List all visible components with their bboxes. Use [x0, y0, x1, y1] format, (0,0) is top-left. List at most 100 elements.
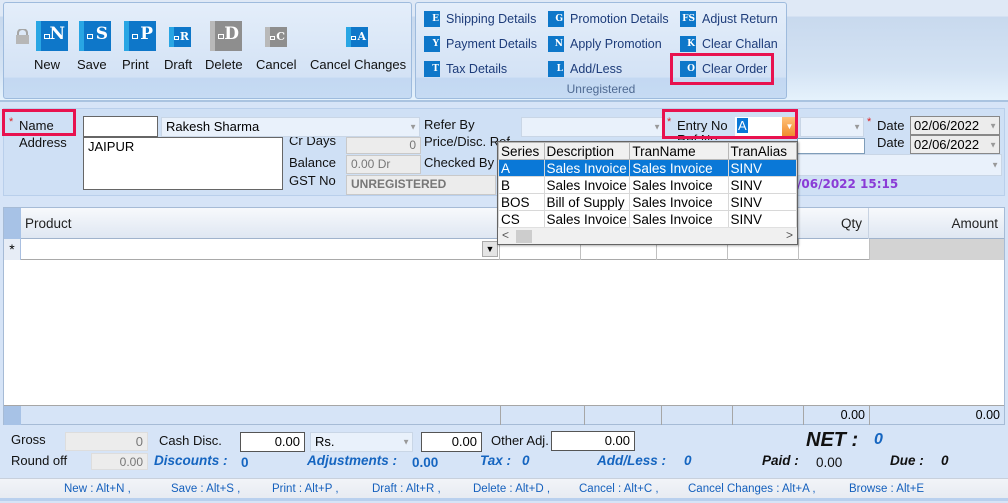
- payment-details-icon: Y: [424, 36, 440, 52]
- series-tranalias: SINV: [727, 210, 797, 228]
- round-off-field: 0.00: [91, 453, 148, 470]
- save-button[interactable]: S Save: [77, 21, 113, 72]
- series-tranalias: SINV: [727, 193, 797, 211]
- adjust-return-button[interactable]: FS Adjust Return: [680, 9, 778, 29]
- save-icon: S: [79, 21, 111, 51]
- print-button[interactable]: P Print: [122, 21, 158, 72]
- scroll-left-icon[interactable]: <: [502, 228, 509, 242]
- series-option[interactable]: CS Sales Invoice Sales Invoice SINV: [498, 210, 797, 228]
- entry-number-combo[interactable]: ▼: [800, 117, 864, 137]
- refer-by-combo[interactable]: ▼: [521, 117, 664, 137]
- scrollbar-thumb[interactable]: [516, 230, 532, 243]
- party-code-input[interactable]: [83, 116, 158, 137]
- series-dropdown[interactable]: Series Description TranName TranAlias A …: [497, 141, 798, 245]
- cash-disc-unit-combo[interactable]: Rs. ▼: [310, 432, 413, 452]
- entry-no-input[interactable]: A: [735, 117, 782, 137]
- column-header-product[interactable]: Product: [21, 208, 501, 239]
- ref-date-picker[interactable]: 02/06/2022 ▼: [910, 135, 1000, 154]
- chevron-down-icon[interactable]: ▼: [402, 438, 410, 447]
- series-tranalias: SINV: [727, 176, 797, 194]
- clear-order-icon: O: [680, 61, 696, 77]
- chevron-down-icon[interactable]: ▼: [991, 161, 999, 170]
- checked-by-combo[interactable]: ▼: [797, 154, 1002, 176]
- date-picker[interactable]: 02/06/2022 ▼: [910, 116, 1000, 135]
- cancel-changes-button[interactable]: A Cancel Changes: [310, 21, 406, 72]
- column-header-qty[interactable]: Qty: [797, 208, 868, 239]
- qty-total: 0.00: [803, 406, 869, 425]
- shortcut-print: Print : Alt+P ,: [272, 483, 339, 495]
- description-column-header[interactable]: Description: [543, 142, 631, 160]
- horizontal-scrollbar[interactable]: < >: [498, 227, 797, 244]
- total-cell: [732, 406, 803, 425]
- shortcut-new: New : Alt+N ,: [64, 483, 131, 495]
- required-marker: *: [9, 116, 14, 128]
- series-column-header[interactable]: Series: [498, 142, 545, 160]
- entry-timestamp: /06/2022 15:15: [797, 177, 899, 191]
- total-cell: [500, 406, 584, 425]
- options-group: E Shipping Details Y Payment Details T T…: [415, 2, 787, 99]
- promotion-details-button[interactable]: G Promotion Details: [548, 9, 669, 29]
- shortcut-browse: Browse : Alt+E: [849, 483, 925, 495]
- discounts-value: 0: [241, 455, 249, 470]
- add-less-button[interactable]: L Add/Less: [548, 59, 622, 79]
- series-option[interactable]: B Sales Invoice Sales Invoice SINV: [498, 176, 797, 194]
- payment-details-label: Payment Details: [446, 37, 538, 51]
- adjust-return-icon: FS: [680, 11, 696, 27]
- tranalias-column-header[interactable]: TranAlias: [727, 142, 797, 160]
- series-code: BOS: [498, 193, 545, 211]
- entry-no-value: A: [737, 118, 748, 133]
- gross-label: Gross: [11, 432, 46, 447]
- draft-button[interactable]: R Draft: [164, 21, 196, 72]
- cancel-button[interactable]: C Cancel: [256, 21, 296, 72]
- party-name-combo[interactable]: Rakesh Sharma ▼: [161, 117, 420, 137]
- series-tranname: Sales Invoice: [629, 210, 729, 228]
- clear-order-button[interactable]: O Clear Order: [680, 59, 767, 79]
- tranname-column-header[interactable]: TranName: [629, 142, 729, 160]
- series-description: Bill of Supply: [543, 193, 631, 211]
- tax-details-button[interactable]: T Tax Details: [424, 59, 507, 79]
- new-button[interactable]: N New: [34, 21, 70, 72]
- apply-promotion-label: Apply Promotion: [570, 37, 662, 51]
- required-marker: *: [667, 116, 672, 128]
- due-label: Due :: [890, 453, 924, 468]
- chevron-down-icon[interactable]: ▼: [853, 123, 861, 132]
- chevron-down-icon[interactable]: ▼: [653, 123, 661, 132]
- main-actions-group: N New S Save P Print R Draft D Delete C …: [3, 2, 412, 99]
- cash-disc-label: Cash Disc.: [159, 433, 222, 448]
- gst-no-label: GST No: [289, 173, 336, 188]
- entry-no-dropdown-button[interactable]: ▼: [782, 117, 797, 137]
- payment-details-button[interactable]: Y Payment Details: [424, 34, 537, 54]
- cash-disc-amount-input[interactable]: 0.00: [421, 432, 482, 452]
- other-adj-input[interactable]: 0.00: [551, 431, 635, 451]
- ref-no-input[interactable]: [797, 138, 865, 154]
- round-off-label: Round off: [11, 453, 68, 468]
- shortcut-cancel-changes: Cancel Changes : Alt+A ,: [688, 483, 816, 495]
- product-cell[interactable]: ▼: [21, 239, 499, 260]
- scroll-right-icon[interactable]: >: [786, 228, 793, 242]
- grid-corner[interactable]: [4, 208, 21, 239]
- apply-promotion-button[interactable]: N Apply Promotion: [548, 34, 662, 54]
- delete-button[interactable]: D Delete: [205, 21, 247, 72]
- chevron-down-icon[interactable]: ▼: [989, 121, 997, 130]
- lock-icon[interactable]: [14, 29, 31, 44]
- ref-date-label: Date: [877, 135, 905, 150]
- series-option[interactable]: BOS Bill of Supply Sales Invoice SINV: [498, 193, 797, 211]
- qty-cell[interactable]: [798, 239, 869, 260]
- product-dropdown-button[interactable]: ▼: [482, 241, 498, 257]
- shortcut-delete: Delete : Alt+D ,: [473, 483, 551, 495]
- shipping-details-button[interactable]: E Shipping Details: [424, 9, 536, 29]
- chevron-down-icon[interactable]: ▼: [409, 123, 417, 132]
- amount-cell: [869, 239, 1004, 260]
- series-option[interactable]: A Sales Invoice Sales Invoice SINV: [498, 159, 797, 177]
- gross-field: 0: [65, 432, 148, 451]
- address-textarea[interactable]: JAIPUR: [83, 137, 283, 190]
- gst-no-field: UNREGISTERED: [346, 175, 496, 195]
- draft-icon: R: [169, 27, 191, 47]
- shortcut-bar: New : Alt+N , Save : Alt+S , Print : Alt…: [0, 478, 1008, 501]
- clear-challan-button[interactable]: K Clear Challan: [680, 34, 778, 54]
- party-name-value: Rakesh Sharma: [166, 119, 260, 134]
- chevron-down-icon[interactable]: ▼: [989, 140, 997, 149]
- paid-label: Paid :: [762, 453, 799, 468]
- column-header-amount[interactable]: Amount: [868, 208, 1004, 239]
- cash-disc-input[interactable]: 0.00: [240, 432, 305, 452]
